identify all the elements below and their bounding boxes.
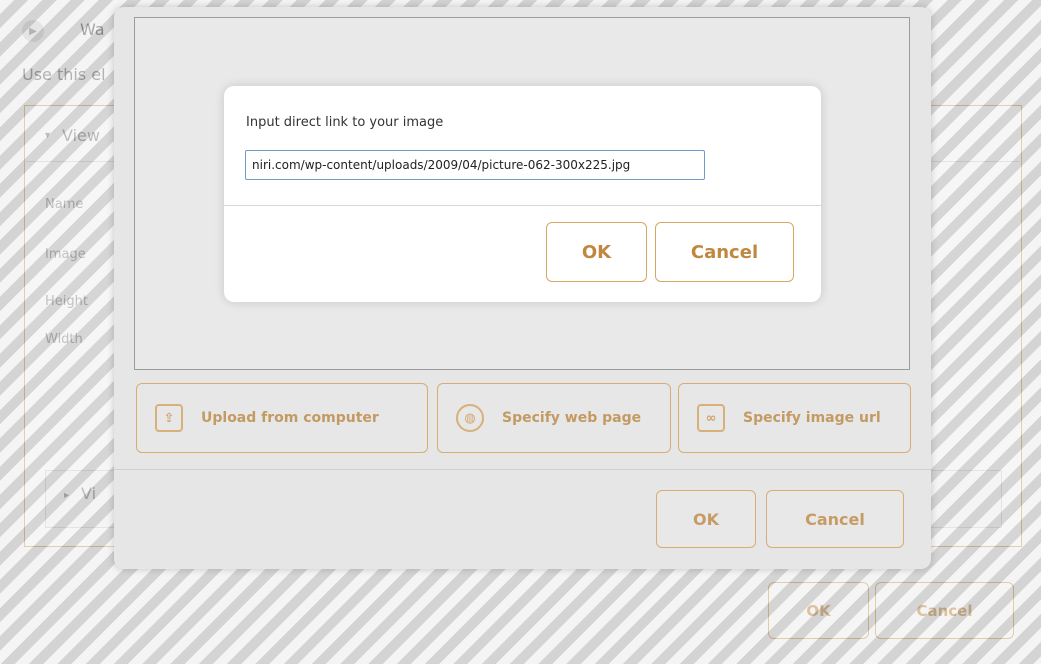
modal-cancel-button[interactable]: Cancel <box>655 222 794 282</box>
specify-web-page-label: Specify web page <box>502 410 642 426</box>
upload-icon: ⇪ <box>155 404 183 432</box>
modal-divider <box>224 205 821 206</box>
collapse-toggle-icon[interactable]: ▶ <box>22 20 44 42</box>
field-width-label: Width <box>45 332 83 347</box>
globe-icon: ◍ <box>456 404 484 432</box>
field-image-label: Image <box>45 247 86 262</box>
dialog-divider <box>114 469 931 470</box>
modal-ok-button[interactable]: OK <box>546 222 647 282</box>
field-height-label: Height <box>45 294 88 309</box>
subsection-label: Vi <box>81 484 97 503</box>
caret-right-icon: ▸ <box>64 490 70 501</box>
link-icon: ∞ <box>697 404 725 432</box>
upload-from-computer-label: Upload from computer <box>201 410 379 426</box>
dialog-cancel-button[interactable]: Cancel <box>766 490 904 548</box>
specify-web-page-button[interactable]: ◍ Specify web page <box>437 383 671 453</box>
image-url-label: Input direct link to your image <box>246 115 444 130</box>
image-url-modal: Input direct link to your image OK Cance… <box>224 86 821 302</box>
specify-image-url-label: Specify image url <box>743 410 881 426</box>
caret-down-icon: ▾ <box>45 130 51 141</box>
dialog-ok-button[interactable]: OK <box>656 490 756 548</box>
background-cancel-button[interactable]: Cancel <box>875 582 1014 639</box>
upload-from-computer-button[interactable]: ⇪ Upload from computer <box>136 383 428 453</box>
image-url-input[interactable] <box>245 150 705 180</box>
background-description: Use this el <box>22 65 106 84</box>
background-title: Wa <box>80 20 105 39</box>
section-view-label: View <box>62 126 100 145</box>
field-name-label: Name <box>45 197 84 212</box>
specify-image-url-button[interactable]: ∞ Specify image url <box>678 383 911 453</box>
background-ok-button[interactable]: OK <box>768 582 869 639</box>
